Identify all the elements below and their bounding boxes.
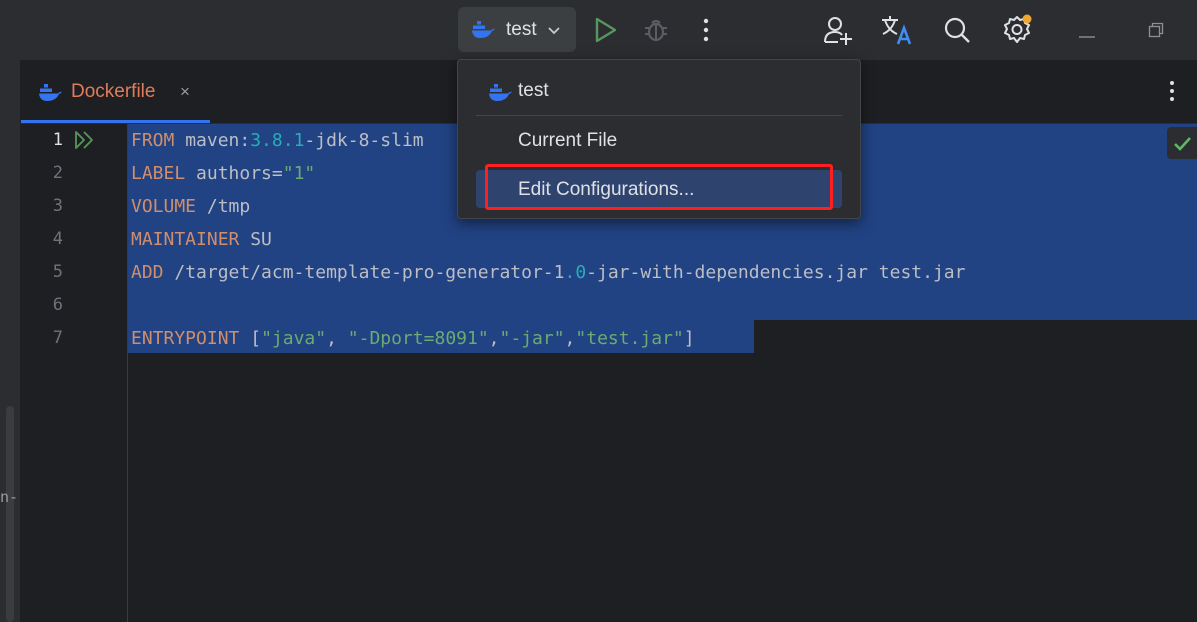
tab-label: Dockerfile [71,81,156,102]
run-gutter-icon[interactable] [73,130,97,155]
code-line: MAINTAINER SU [131,229,272,250]
docker-icon [472,19,496,44]
line-number: 4 [52,229,63,249]
chevron-down-icon [547,23,561,41]
run-config-selector[interactable]: test [458,7,576,52]
settings-icon[interactable] [1001,14,1033,46]
check-icon [1167,137,1197,163]
config-item-current-file[interactable]: Current File [518,130,617,152]
more-vertical-icon[interactable] [1166,78,1178,109]
search-icon[interactable] [941,14,973,46]
code-line: LABEL authors="1" [131,163,316,184]
run-config-label: test [506,19,537,40]
line-number: 7 [52,328,63,348]
line-number: 1 [52,130,63,150]
clipped-text: n- [0,488,19,506]
tab-dockerfile[interactable]: Dockerfile × [21,60,210,123]
docker-icon [39,82,63,107]
main-toolbar: test [0,0,1197,60]
divider [476,115,842,116]
code-line: ADD /target/acm-template-pro-generator-1… [131,262,966,283]
line-number: 6 [52,295,63,315]
run-icon[interactable] [589,14,621,46]
more-vertical-icon[interactable] [690,14,722,46]
add-user-icon[interactable] [822,14,854,46]
minimize-icon[interactable] [1078,26,1096,44]
close-icon[interactable]: × [180,82,190,102]
line-number: 3 [52,196,63,216]
run-config-popup: test Current File Edit Configurations... [457,59,861,219]
inspection-status[interactable] [1167,127,1197,159]
left-tool-strip: n- [0,60,21,622]
notification-badge [1022,14,1032,24]
code-line: ENTRYPOINT ["java", "-Dport=8091","-jar"… [131,328,695,349]
translate-icon[interactable] [880,14,912,46]
restore-icon[interactable] [1148,22,1164,43]
line-number-gutter: 1 2 3 4 5 6 7 [21,124,128,622]
code-line: FROM maven:3.8.1-jdk-8-slim [131,130,424,151]
scrollbar[interactable] [6,406,14,622]
code-line: VOLUME /tmp [131,196,251,217]
line-number: 5 [52,262,63,282]
docker-icon [489,82,513,107]
line-number: 2 [52,163,63,183]
highlight-annotation-box [485,164,833,210]
debug-icon[interactable] [640,14,672,46]
config-item-test[interactable]: test [518,80,549,102]
